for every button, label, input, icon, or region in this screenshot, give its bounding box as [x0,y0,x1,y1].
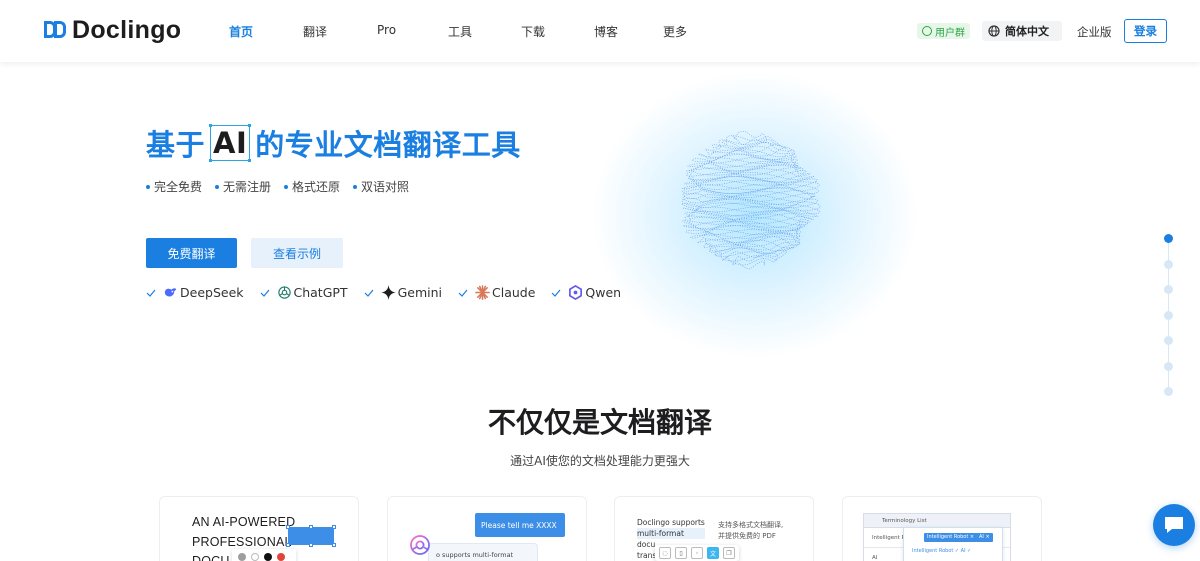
translate-icon[interactable]: 文 [707,547,719,559]
user-group-button[interactable]: 用户群 [917,23,970,39]
feature-item: 格式还原 [284,178,340,195]
floating-toolbar: ◌ ▯ ◦ 文 ❐ [655,545,739,561]
check-icon [364,289,374,297]
check-icon [458,289,468,297]
comment-icon[interactable]: ◌ [659,547,671,559]
view-example-button[interactable]: 查看示例 [251,238,343,268]
hero-title-ai: AI [209,124,252,162]
free-translate-button[interactable]: 免费翻译 [146,238,237,268]
ai-model-list: DeepSeek ChatGPT Gemini Claude Qwen [146,285,637,300]
check-icon [260,289,269,297]
model-chatgpt: ChatGPT [260,285,348,300]
term-popup-text: Intelligent Robot ✓ AI ✓ [912,548,972,554]
chat-bubble-icon [922,26,932,36]
enterprise-link[interactable]: 企业版 [1077,24,1112,40]
language-label: 简体中文 [1005,25,1049,38]
brand-logo[interactable]: Doclingo [44,16,181,44]
section-dot[interactable] [1164,361,1173,371]
claude-icon [475,285,490,300]
section-dot[interactable] [1164,234,1173,243]
gemini-icon [380,285,396,300]
top-header: Doclingo 首页 翻译 Pro 工具 下载 博客 更多 用户群 简体中文 … [0,0,1200,62]
deepseek-icon [164,288,177,297]
feature-card-format[interactable]: AN AI-POWERED PROFESSIONAL DOCU [159,496,359,561]
section-dot[interactable] [1164,387,1173,396]
chat-panel-text: o supports multi-format [436,551,514,559]
section-dot[interactable] [1164,285,1173,294]
terminology-header: Terminology List [864,514,1010,528]
feature-card-chat[interactable]: Please tell me XXXX o supports multi-for… [387,496,587,561]
term-tag[interactable]: Intelligent Robot × [924,533,978,542]
login-button[interactable]: 登录 [1124,19,1167,43]
qwen-icon [569,285,583,300]
copy-icon[interactable]: ❐ [723,547,735,559]
model-deepseek: DeepSeek [146,285,244,300]
ai-assistant-icon [410,535,430,555]
model-qwen: Qwen [551,285,621,300]
nav-item-more[interactable]: 更多 [663,23,687,40]
chatgpt-icon [277,286,291,299]
ai-sphere-illustration [681,130,821,270]
nav-item-blog[interactable]: 博客 [594,23,618,40]
bookmark-icon[interactable]: ▯ [675,547,687,559]
section-dot-nav [1163,234,1175,402]
sphere-mesh [681,130,821,270]
model-gemini: Gemini [364,285,442,300]
logo-icon [44,20,68,40]
nav-item-tools[interactable]: 工具 [448,23,472,40]
feature-card-terminology[interactable]: Terminology List Intelligent Robot AI In… [842,496,1042,561]
term-popup: Intelligent Robot × AI × Intelligent Rob… [903,527,1003,561]
globe-icon [988,25,1000,37]
chat-icon [1165,517,1183,533]
feature-card-bilingual[interactable]: Doclingo supports multi-format docu tran… [614,496,814,561]
section-dot[interactable] [1164,310,1173,320]
check-icon [146,289,156,297]
term-tag[interactable]: AI × [976,533,993,542]
nav-item-pro[interactable]: Pro [377,23,396,37]
feature-list: 完全免费 无需注册 格式还原 双语对照 [146,178,409,195]
hero-title-ai-text: AI [213,126,248,160]
model-claude: Claude [458,285,535,300]
nav-item-translate[interactable]: 翻译 [303,23,327,40]
section-dot[interactable] [1164,336,1173,345]
color-palette [232,549,296,561]
nav-item-home[interactable]: 首页 [229,23,253,40]
user-group-label: 用户群 [935,27,965,39]
hero-title-prefix: 基于 [146,128,206,162]
feature-item: 无需注册 [215,178,271,195]
translated-text: 支持多格式文档翻译, 并提供免费的 PDF [718,521,784,540]
section-dot[interactable] [1164,259,1173,269]
hero-title: 基于 AI 的专业文档翻译工具 [146,122,521,164]
feature-item: 双语对照 [353,178,409,195]
section-title: 不仅仅是文档翻译 [487,406,712,439]
brand-name: Doclingo [72,15,182,44]
check-icon [551,289,561,297]
nav-item-download[interactable]: 下载 [521,23,545,40]
section-subtitle: 通过AI使您的文档处理能力更强大 [510,454,690,468]
pin-icon[interactable]: ◦ [691,547,703,559]
hero-title-suffix: 的专业文档翻译工具 [255,128,521,162]
feature-item: 完全免费 [146,178,202,195]
support-chat-button[interactable] [1153,504,1195,546]
language-selector[interactable]: 简体中文 [982,21,1062,41]
selection-box [286,525,336,547]
chat-prompt-bubble: Please tell me XXXX [475,513,565,537]
